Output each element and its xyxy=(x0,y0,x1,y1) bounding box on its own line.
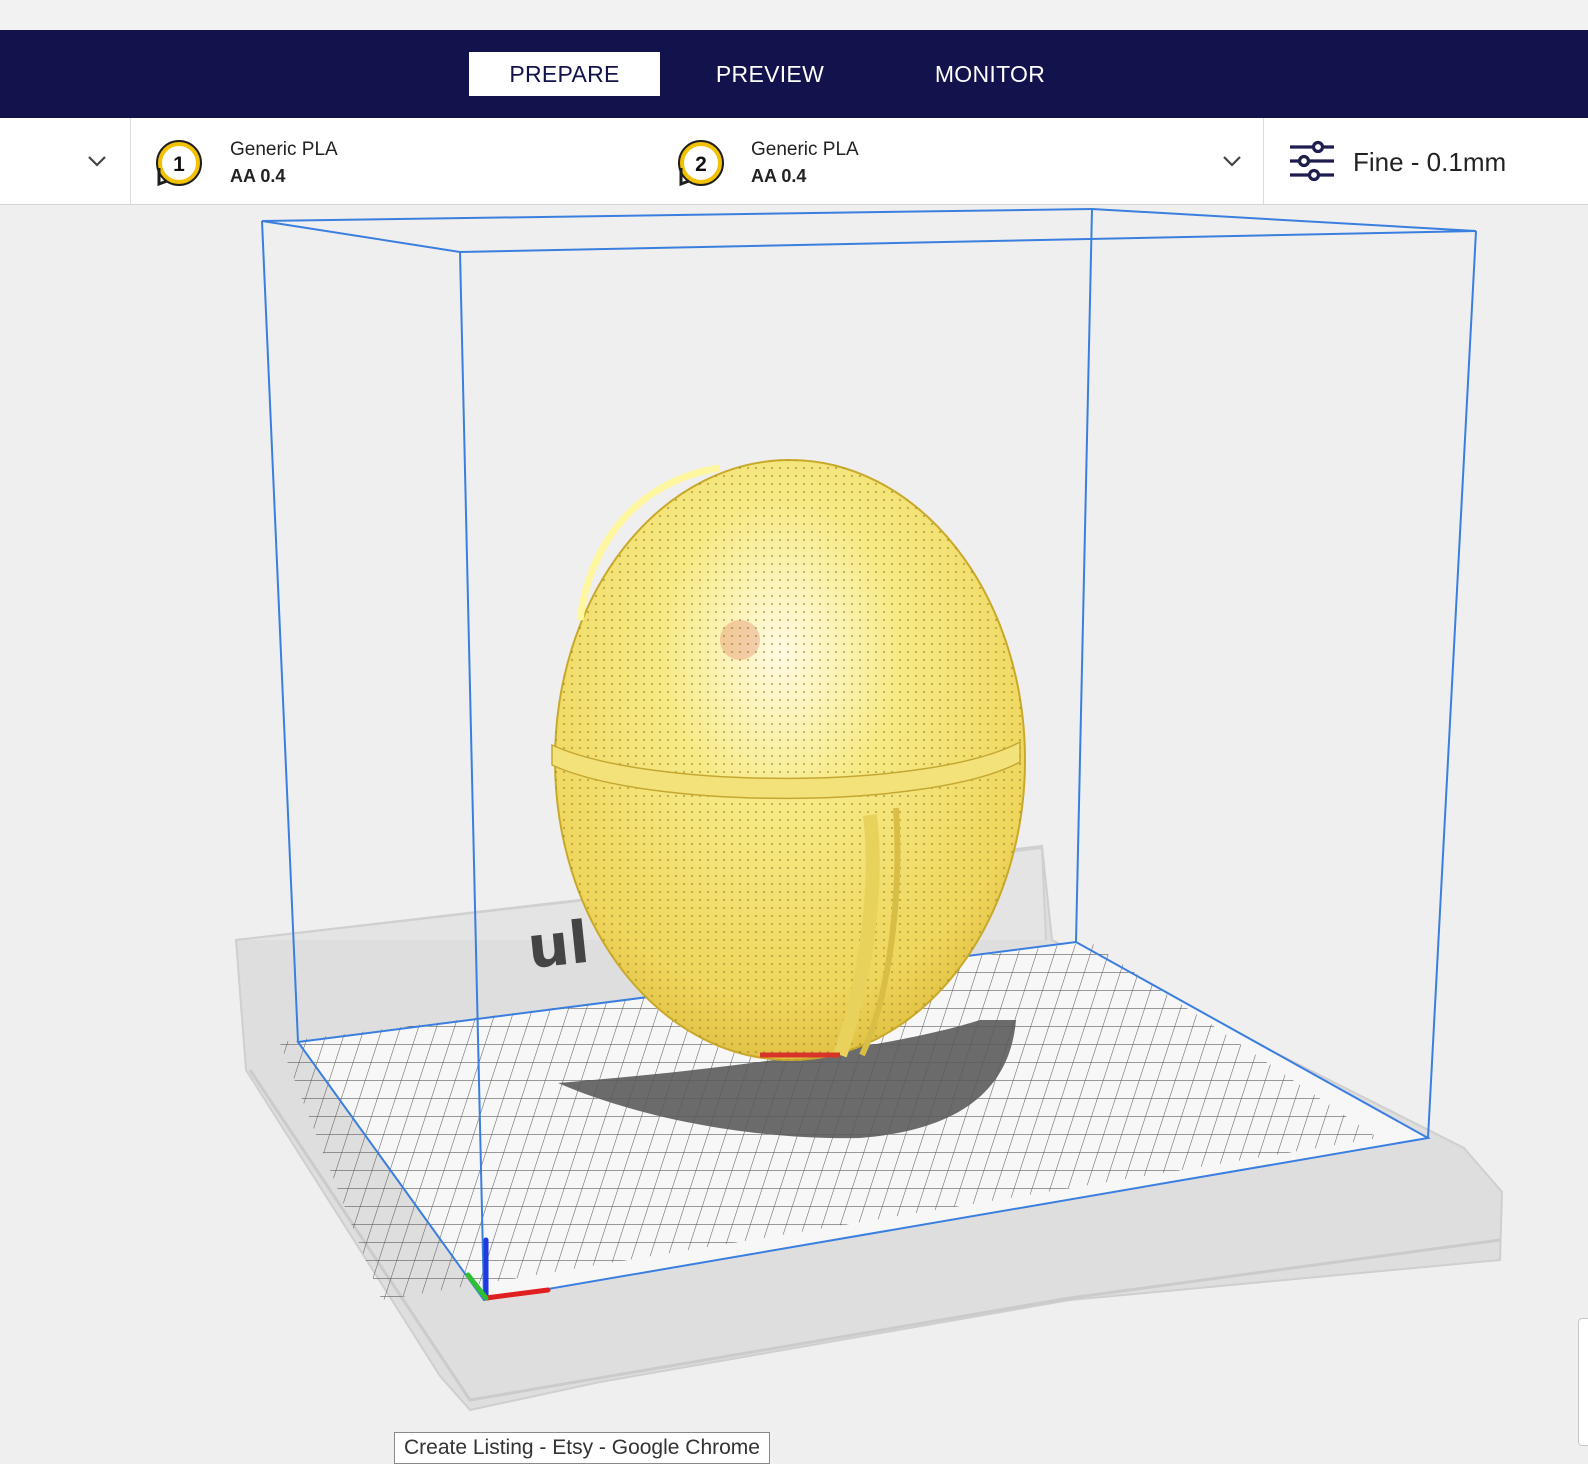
material-selector-chevron-down-icon[interactable] xyxy=(1221,154,1243,168)
extruder-2-number: 2 xyxy=(695,153,707,176)
extruder-2-icon: 2 xyxy=(678,140,724,187)
build-plate-brand-text: ul xyxy=(524,908,592,982)
extruder-1-icon: 1 xyxy=(156,140,202,187)
extruder-2-material: Generic PLA xyxy=(751,139,859,160)
3d-viewport[interactable]: ul xyxy=(0,205,1588,1462)
tab-monitor[interactable]: MONITOR xyxy=(890,52,1090,96)
toolbar-divider xyxy=(1263,118,1264,204)
print-profile-label[interactable]: Fine - 0.1mm xyxy=(1353,147,1506,178)
tab-preview[interactable]: PREVIEW xyxy=(680,52,860,96)
extruder-1-material: Generic PLA xyxy=(230,139,338,160)
side-panel-edge[interactable] xyxy=(1578,1318,1588,1446)
taskbar-window-tooltip: Create Listing - Etsy - Google Chrome xyxy=(394,1432,770,1464)
extruder-1-number: 1 xyxy=(173,153,185,176)
extruder-2-nozzle: AA 0.4 xyxy=(751,166,807,186)
settings-sliders-icon[interactable] xyxy=(1288,140,1336,182)
toolbar-divider xyxy=(130,118,131,204)
stage-navbar: PREPARE PREVIEW MONITOR xyxy=(0,30,1588,118)
extruder-1-nozzle: AA 0.4 xyxy=(230,166,286,186)
print-setup-toolbar: 1 Generic PLA AA 0.4 2 Generic PLA AA 0.… xyxy=(0,118,1588,205)
tab-prepare[interactable]: PREPARE xyxy=(469,52,660,96)
printer-selector-chevron-down-icon[interactable] xyxy=(86,154,108,168)
window-top-strip xyxy=(0,0,1588,30)
